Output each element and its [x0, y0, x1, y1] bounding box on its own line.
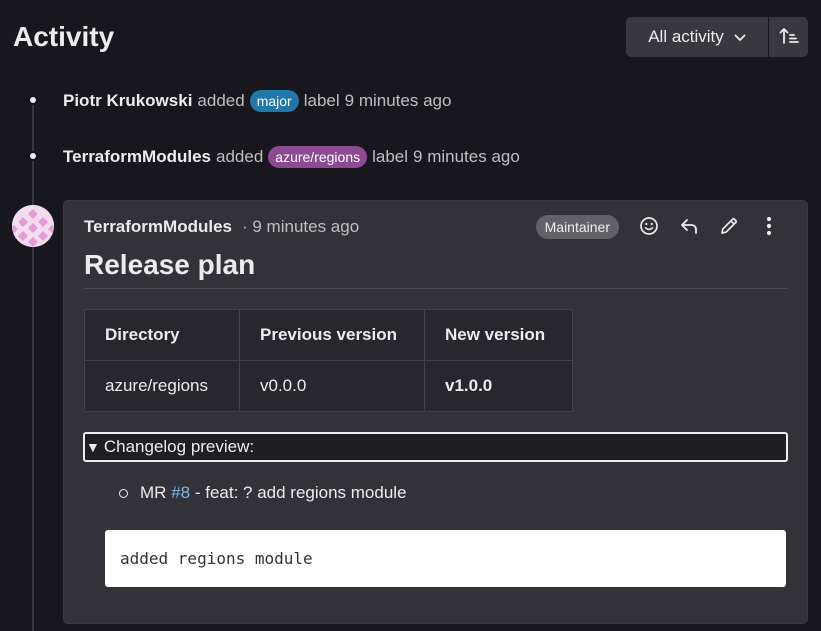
list-bullet: [119, 488, 128, 498]
details-summary: Changelog preview:: [103, 437, 255, 456]
column-header-new-version: New version: [424, 309, 573, 361]
table-header-row: Directory Previous version New version: [84, 309, 573, 361]
activity-filter-label: All activity: [648, 27, 724, 46]
system-note-azure-regions: TerraformModules added azure/regions lab…: [63, 145, 520, 169]
reply-icon: [679, 216, 699, 239]
triangle-down-icon: ▼: [86, 439, 100, 455]
edit-comment-button[interactable]: [709, 213, 749, 241]
label-badge-azure-regions[interactable]: azure/regions: [268, 146, 368, 168]
page-title: Activity: [13, 21, 115, 52]
add-reaction-button[interactable]: [629, 213, 669, 241]
activity-filter: All activity: [626, 17, 808, 57]
comment-header: TerraformModules · 9 minutes ago: [84, 215, 359, 239]
cell-new-version: v1.0.0: [424, 360, 573, 412]
comment-card: TerraformModules · 9 minutes ago Maintai…: [63, 200, 808, 624]
column-header-directory: Directory: [84, 309, 240, 361]
role-badge: Maintainer: [535, 215, 619, 239]
event-time: 9 minutes ago: [344, 91, 452, 110]
chevron-down-icon: [734, 27, 746, 47]
activity-filter-dropdown[interactable]: All activity: [626, 17, 768, 57]
changelog-text: - feat: ? add regions module: [194, 483, 407, 502]
code-block: added regions module: [105, 530, 786, 587]
more-vertical-icon: [766, 216, 772, 239]
avatar[interactable]: [12, 205, 54, 247]
sort-order-button[interactable]: [768, 17, 808, 57]
timeline-line: [32, 100, 34, 631]
list-item: MR #8 - feat: ? add regions module: [119, 483, 407, 503]
event-time: 9 minutes ago: [413, 147, 520, 166]
table-row: azure/regions v0.0.0 v1.0.0: [84, 360, 573, 412]
cell-previous-version: v0.0.0: [239, 360, 425, 412]
comment-time[interactable]: · 9 minutes ago: [242, 217, 359, 237]
smiley-icon: [639, 216, 659, 239]
timeline-dot: [28, 151, 38, 161]
column-header-previous-version: Previous version: [239, 309, 425, 361]
release-table: Directory Previous version New version a…: [84, 309, 573, 412]
changelog-details-toggle[interactable]: ▼ Changelog preview:: [83, 432, 788, 462]
comment-actions: Maintainer: [535, 213, 789, 241]
event-action: added: [216, 147, 264, 166]
event-action: added: [197, 91, 245, 110]
pencil-icon: [719, 216, 739, 239]
timeline-dot: [28, 95, 38, 105]
cell-directory: azure/regions: [84, 360, 240, 412]
label-badge-major[interactable]: major: [249, 90, 299, 112]
changelog-prefix: MR: [140, 483, 167, 502]
heading-divider: [84, 288, 787, 289]
comment-heading: Release plan: [84, 249, 256, 280]
event-suffix: label: [372, 147, 409, 166]
comment-author[interactable]: TerraformModules: [84, 217, 232, 237]
sort-ascending-icon: [779, 27, 799, 48]
system-note-major: Piotr Krukowski added major label 9 minu…: [63, 89, 451, 113]
more-actions-button[interactable]: [749, 213, 789, 241]
event-author[interactable]: TerraformModules: [63, 147, 211, 167]
merge-request-link[interactable]: #8: [171, 483, 190, 503]
reply-button[interactable]: [669, 213, 709, 241]
event-suffix: label: [303, 91, 340, 110]
event-author[interactable]: Piotr Krukowski: [63, 91, 192, 111]
